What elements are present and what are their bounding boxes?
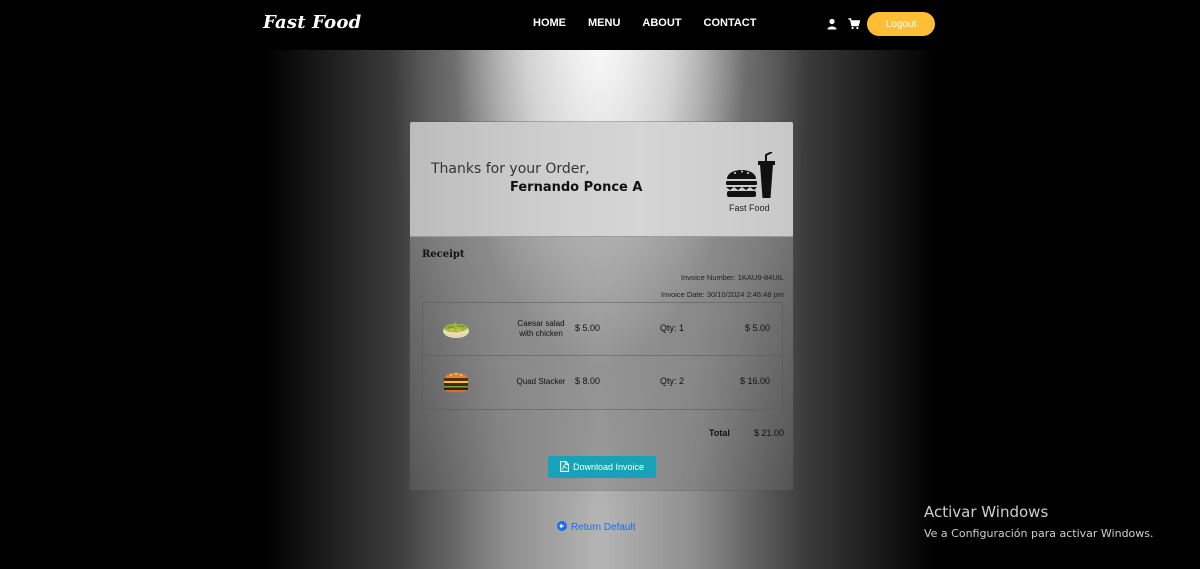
brand-logo[interactable]: Fast Food xyxy=(263,12,361,33)
nav-home[interactable]: HOME xyxy=(533,17,566,29)
order-items-list: Caesar salad with chicken $ 5.00 Qty: 1 … xyxy=(422,302,783,410)
item-name: Quad Stacker xyxy=(516,377,566,386)
item-subtotal: $ 16.00 xyxy=(739,376,770,386)
item-quantity: Qty: 2 xyxy=(660,376,685,386)
item-price: $ 5.00 xyxy=(575,323,601,333)
list-item: Quad Stacker $ 8.00 Qty: 2 $ 16.00 xyxy=(423,356,782,409)
logo-label: Fast Food xyxy=(729,203,770,213)
item-price: $ 8.00 xyxy=(575,376,601,386)
nav-icons xyxy=(826,17,861,30)
receipt-section: Receipt Invoice Number: 1KAU9-84UIL Invo… xyxy=(410,237,793,490)
nav-menu[interactable]: MENU xyxy=(588,17,620,29)
user-icon[interactable] xyxy=(826,17,838,30)
cart-icon[interactable] xyxy=(848,17,861,30)
thanks-message: Thanks for your Order, xyxy=(431,161,590,177)
customer-name: Fernando Ponce A xyxy=(510,180,643,195)
salad-image xyxy=(442,317,470,341)
return-default-label: Return Default xyxy=(571,522,636,533)
item-name: Caesar salad with chicken xyxy=(517,319,565,338)
fast-food-logo-icon xyxy=(724,151,776,200)
arrow-left-circle-icon xyxy=(557,521,567,534)
card-header: Thanks for your Order, Fernando Ponce A … xyxy=(410,122,793,237)
invoice-date: Invoice Date: 30/10/2024 2:46:48 pm xyxy=(660,290,784,299)
nav-about[interactable]: ABOUT xyxy=(642,17,681,29)
order-confirmation-card: Thanks for your Order, Fernando Ponce A … xyxy=(409,121,794,491)
total-value: $ 21.00 xyxy=(753,428,784,438)
nav-contact[interactable]: CONTACT xyxy=(704,17,757,29)
activation-subtitle: Ve a Configuración para activar Windows. xyxy=(924,527,1154,540)
navbar: Fast Food HOME MENU ABOUT CONTACT Logout xyxy=(0,0,1200,50)
receipt-title: Receipt xyxy=(422,249,465,260)
list-item: Caesar salad with chicken $ 5.00 Qty: 1 … xyxy=(423,303,782,356)
activation-title: Activar Windows xyxy=(924,503,1049,521)
nav-links: HOME MENU ABOUT CONTACT xyxy=(533,17,778,29)
download-invoice-label: Download Invoice xyxy=(572,462,645,472)
burger-image xyxy=(442,370,470,394)
logout-button[interactable]: Logout xyxy=(867,12,935,36)
windows-activation-watermark: Activar Windows Ve a Configuración para … xyxy=(924,503,1154,540)
pdf-file-icon xyxy=(560,460,569,474)
item-subtotal: $ 5.00 xyxy=(744,323,770,333)
download-invoice-button[interactable]: Download Invoice xyxy=(548,456,656,478)
invoice-number: Invoice Number: 1KAU9-84UIL xyxy=(681,273,784,282)
total-label: Total xyxy=(709,428,730,438)
item-quantity: Qty: 1 xyxy=(660,323,685,333)
return-default-link[interactable]: Return Default xyxy=(557,521,635,534)
